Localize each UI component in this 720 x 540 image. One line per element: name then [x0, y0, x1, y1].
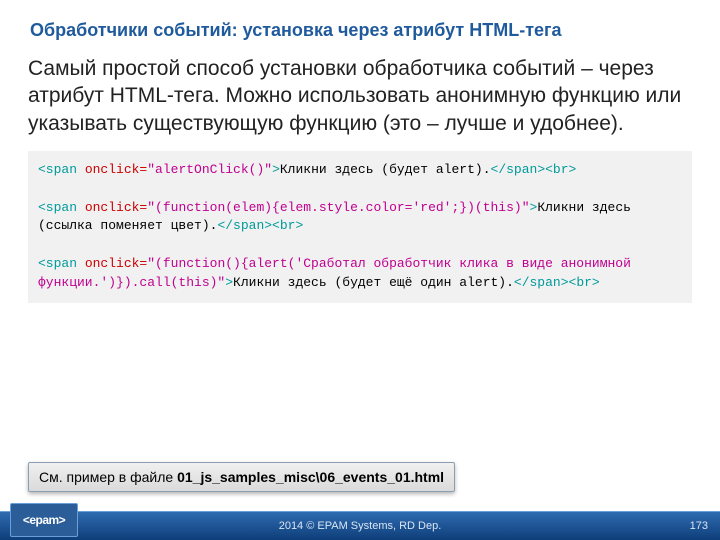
code-line-1: <span onclick="alertOnClick()">Кликни зд…	[38, 162, 576, 177]
example-reference: См. пример в файле 01_js_samples_misc\06…	[28, 462, 455, 492]
code-string: "alertOnClick()"	[147, 162, 272, 177]
code-tag: </span><br>	[514, 275, 600, 290]
code-text: Кликни здесь (будет ещё один alert).	[233, 275, 514, 290]
code-tag: </span><br>	[217, 218, 303, 233]
code-line-2: <span onclick="(function(elem){elem.styl…	[38, 200, 639, 234]
code-block: <span onclick="alertOnClick()">Кликни зд…	[28, 151, 692, 303]
footer: <epam> 2014 © EPAM Systems, RD Dep. 173	[0, 511, 720, 540]
code-tag: </span><br>	[491, 162, 577, 177]
note-prefix: См. пример в файле	[39, 469, 177, 485]
code-tag: >	[225, 275, 233, 290]
page-title: Обработчики событий: установка через атр…	[0, 0, 720, 49]
code-text: Кликни здесь (будет alert).	[280, 162, 491, 177]
slide: Обработчики событий: установка через атр…	[0, 0, 720, 540]
code-attr: onclick=	[77, 162, 147, 177]
code-tag: <span	[38, 162, 77, 177]
body-paragraph: Самый простой способ установки обработчи…	[0, 49, 720, 151]
page-number: 173	[690, 512, 708, 540]
footer-copyright: 2014 © EPAM Systems, RD Dep.	[0, 512, 720, 540]
note-filename: 01_js_samples_misc\06_events_01.html	[177, 469, 444, 485]
code-tag: <span	[38, 256, 77, 271]
code-line-3: <span onclick="(function(){alert('Сработ…	[38, 256, 639, 290]
code-attr: onclick=	[77, 200, 147, 215]
code-string: "(function(elem){elem.style.color='red';…	[147, 200, 529, 215]
code-attr: onclick=	[77, 256, 147, 271]
code-tag: <span	[38, 200, 77, 215]
code-tag: >	[272, 162, 280, 177]
